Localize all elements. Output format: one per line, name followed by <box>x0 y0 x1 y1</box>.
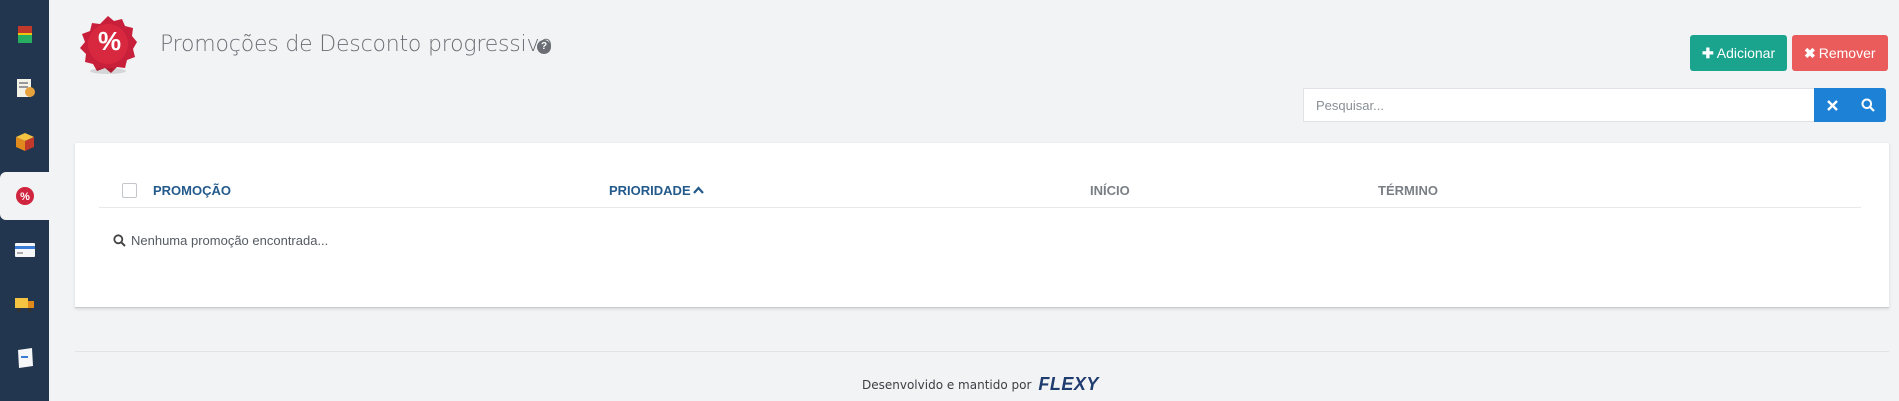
percent-badge-icon: % <box>15 187 34 205</box>
search-button[interactable] <box>1850 88 1886 122</box>
clear-search-button[interactable] <box>1814 88 1850 122</box>
search-box <box>1303 88 1865 122</box>
footer-divider <box>75 351 1889 352</box>
logo-percent-symbol: % <box>98 26 122 56</box>
flexy-logo[interactable]: FLEXY <box>1038 374 1099 395</box>
search-icon <box>113 234 126 247</box>
promotions-table-card: PROMOÇÃO PRIORIDADE INÍCIO TÉRMINO Nenhu… <box>75 143 1889 308</box>
close-icon <box>1826 99 1838 111</box>
column-header-termino: TÉRMINO <box>1378 183 1438 198</box>
page-title: Promoções de Desconto progressivo <box>160 32 553 57</box>
plus-icon: ✚ <box>1702 45 1714 61</box>
sidebar-item-packages[interactable] <box>0 118 49 166</box>
add-button[interactable]: ✚ Adicionar <box>1690 35 1787 71</box>
sidebar-item-payments[interactable] <box>0 226 49 274</box>
times-icon: ✖ <box>1804 45 1816 61</box>
sidebar: % <box>0 0 49 401</box>
sidebar-item-promotions[interactable]: % <box>0 172 49 220</box>
sidebar-item-products[interactable] <box>0 10 49 58</box>
sort-ascending-icon <box>692 186 704 194</box>
document-gear-icon <box>16 79 35 97</box>
table-header: PROMOÇÃO PRIORIDADE INÍCIO TÉRMINO <box>99 175 1861 208</box>
footer: Desenvolvido e mantido por FLEXY <box>862 374 1099 395</box>
column-header-prioridade-label: PRIORIDADE <box>609 183 691 198</box>
column-header-prioridade[interactable]: PRIORIDADE <box>609 183 704 198</box>
credit-card-icon <box>14 243 35 257</box>
select-all-checkbox[interactable] <box>122 183 137 198</box>
sidebar-item-notes[interactable] <box>0 334 49 382</box>
sidebar-item-documents[interactable] <box>0 64 49 112</box>
add-button-label: Adicionar <box>1716 45 1776 61</box>
search-input[interactable] <box>1304 89 1864 121</box>
note-icon <box>17 348 33 368</box>
package-icon <box>15 133 34 151</box>
empty-state-message: Nenhuma promoção encontrada... <box>113 233 328 248</box>
remove-button[interactable]: ✖ Remover <box>1792 35 1888 71</box>
box-stack-icon <box>17 26 32 43</box>
remove-button-label: Remover <box>1818 45 1876 61</box>
help-icon[interactable]: ? <box>537 40 551 54</box>
main-content: % Promoções de Desconto progressivo ? ✚ A… <box>49 0 1899 401</box>
footer-text: Desenvolvido e mantido por <box>862 377 1032 392</box>
truck-icon <box>14 298 34 312</box>
search-icon <box>1861 98 1875 112</box>
sidebar-item-shipping[interactable] <box>0 280 49 328</box>
column-header-inicio: INÍCIO <box>1090 183 1130 198</box>
svg-text:%: % <box>20 191 30 203</box>
empty-state-text: Nenhuma promoção encontrada... <box>131 233 329 248</box>
column-header-promocao[interactable]: PROMOÇÃO <box>153 183 231 198</box>
